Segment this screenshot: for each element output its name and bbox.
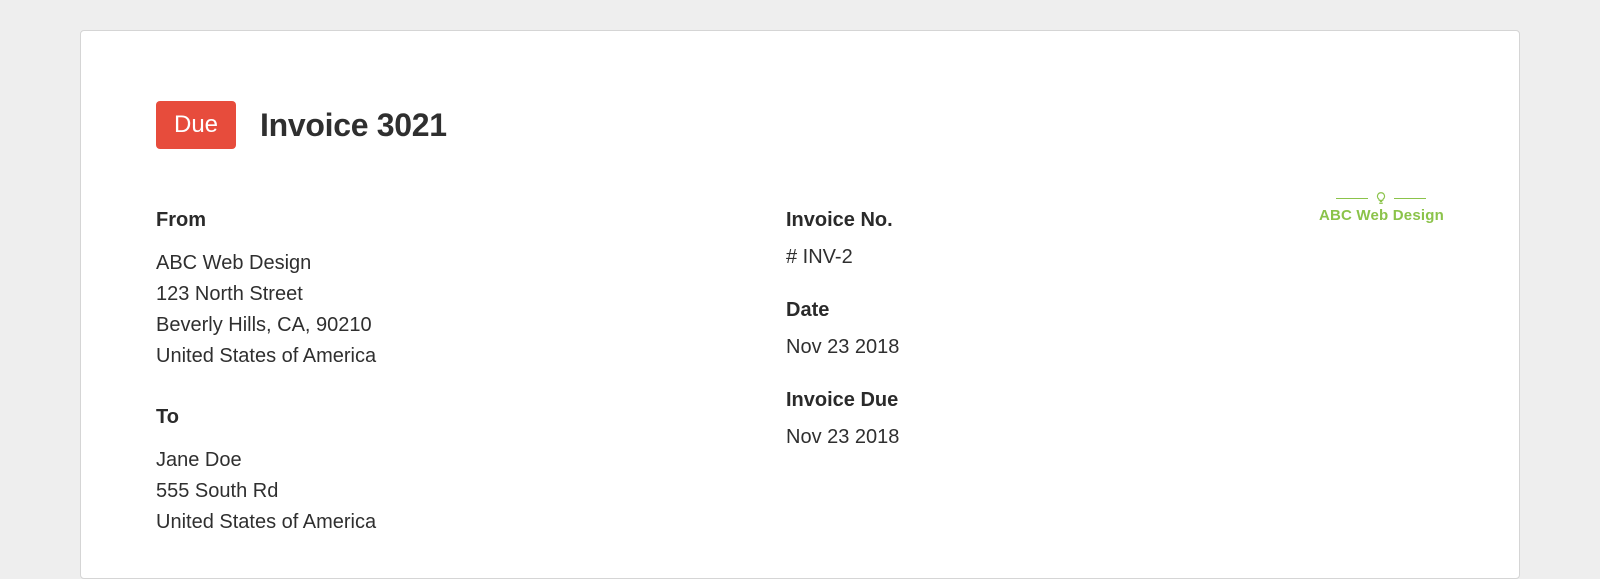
from-label: From [156, 209, 786, 232]
from-address: ABC Web Design 123 North Street Beverly … [156, 248, 786, 372]
to-section: To Jane Doe 555 South Rd United States o… [156, 406, 786, 538]
invoice-card: Due Invoice 3021 From ABC Web Design 123… [80, 30, 1520, 579]
meta-column: Invoice No. # INV-2 Date Nov 23 2018 Inv… [786, 209, 1136, 538]
status-badge: Due [156, 101, 236, 149]
invoice-due-block: Invoice Due Nov 23 2018 [786, 389, 1136, 449]
from-street: 123 North Street [156, 279, 786, 310]
from-country: United States of America [156, 341, 786, 372]
addresses-column: From ABC Web Design 123 North Street Bev… [156, 209, 786, 538]
company-logo: ABC Web Design [1319, 191, 1444, 224]
to-name: Jane Doe [156, 445, 786, 476]
invoice-number-value: # INV-2 [786, 246, 1136, 269]
invoice-date-block: Date Nov 23 2018 [786, 299, 1136, 359]
to-country: United States of America [156, 507, 786, 538]
invoice-date-value: Nov 23 2018 [786, 336, 1136, 359]
from-section: From ABC Web Design 123 North Street Bev… [156, 209, 786, 372]
logo-text: ABC Web Design [1319, 207, 1444, 224]
to-address: Jane Doe 555 South Rd United States of A… [156, 445, 786, 538]
invoice-body: From ABC Web Design 123 North Street Bev… [156, 209, 1444, 538]
invoice-date-label: Date [786, 299, 1136, 322]
invoice-number-block: Invoice No. # INV-2 [786, 209, 1136, 269]
lightbulb-icon [1374, 191, 1388, 205]
invoice-header: Due Invoice 3021 [156, 101, 1444, 149]
from-name: ABC Web Design [156, 248, 786, 279]
to-label: To [156, 406, 786, 429]
invoice-title: Invoice 3021 [260, 107, 447, 144]
invoice-due-label: Invoice Due [786, 389, 1136, 412]
from-city: Beverly Hills, CA, 90210 [156, 310, 786, 341]
to-street: 555 South Rd [156, 476, 786, 507]
logo-decoration [1319, 191, 1444, 205]
invoice-number-label: Invoice No. [786, 209, 1136, 232]
logo-line-right [1394, 198, 1426, 199]
logo-line-left [1336, 198, 1368, 199]
invoice-due-value: Nov 23 2018 [786, 426, 1136, 449]
